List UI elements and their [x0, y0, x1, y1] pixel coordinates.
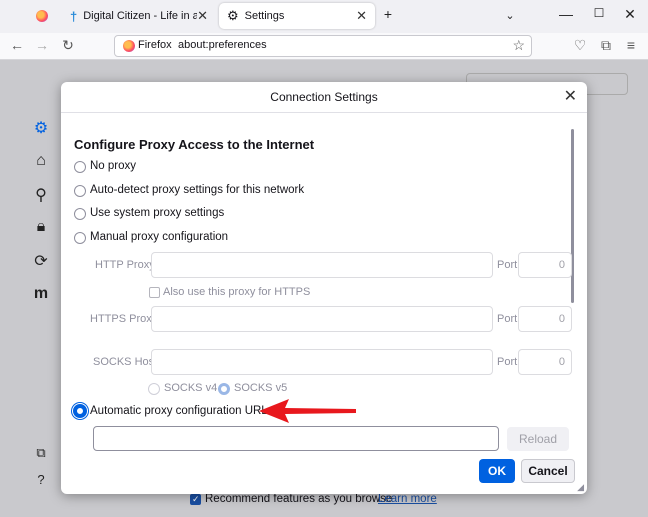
- firefox-identity-icon: [123, 40, 135, 52]
- socks-v5-radio[interactable]: [218, 383, 230, 395]
- reload-button[interactable]: Reload: [507, 427, 569, 451]
- http-port-label: Port: [497, 259, 518, 271]
- new-tab-icon[interactable]: +: [378, 6, 398, 22]
- url-text: about:preferences: [178, 39, 267, 51]
- also-https-label: Also use this proxy for HTTPS: [163, 286, 311, 298]
- tab-firefox[interactable]: [28, 3, 58, 29]
- pac-url-input[interactable]: [93, 426, 499, 451]
- lock-icon[interactable]: 🔒︎: [32, 218, 50, 236]
- dialog-title: Connection Settings: [270, 90, 378, 104]
- https-port-value: 0: [558, 313, 565, 325]
- close-icon[interactable]: ✕: [564, 86, 577, 106]
- socks-port-label: Port: [497, 356, 518, 368]
- also-https-checkbox[interactable]: [149, 287, 160, 298]
- menu-icon[interactable]: ≡: [622, 37, 640, 53]
- gear-icon[interactable]: ⚙: [32, 118, 50, 138]
- system-proxy-radio[interactable]: [74, 208, 86, 220]
- search-icon[interactable]: ⚲: [32, 185, 50, 205]
- socks-v4-radio[interactable]: [148, 383, 160, 395]
- learn-more-link[interactable]: Learn more: [378, 493, 437, 505]
- no-proxy-radio[interactable]: [74, 161, 86, 173]
- ok-button[interactable]: OK: [479, 459, 515, 483]
- tab-digital-citizen[interactable]: † Digital Citizen - Life in a digital ✕: [62, 3, 216, 29]
- forward-icon[interactable]: →: [33, 37, 51, 53]
- tab-list-icon[interactable]: ⌄: [500, 9, 520, 22]
- red-arrow-icon: [259, 399, 356, 423]
- digital-citizen-icon: †: [70, 8, 78, 24]
- section-heading: Configure Proxy Access to the Internet: [74, 137, 315, 152]
- cancel-button[interactable]: Cancel: [521, 459, 575, 483]
- back-icon[interactable]: ←: [8, 37, 26, 53]
- close-icon[interactable]: ✕: [356, 8, 367, 24]
- close-icon[interactable]: ✕: [197, 8, 208, 24]
- tab-settings[interactable]: ⚙ Settings ✕: [219, 3, 375, 29]
- recommend-checkbox[interactable]: ✓: [190, 494, 201, 505]
- sync-icon[interactable]: ⟳: [32, 251, 50, 271]
- site-name: Firefox: [138, 39, 172, 51]
- auto-url-radio[interactable]: [73, 404, 87, 418]
- bookmark-star-icon[interactable]: ☆: [512, 37, 525, 54]
- home-icon[interactable]: ⌂: [32, 152, 50, 170]
- recommend-label: Recommend features as you browse: [205, 493, 393, 505]
- gear-icon: ⚙: [227, 8, 239, 23]
- reload-icon[interactable]: ↻: [59, 37, 77, 54]
- socks-port-input[interactable]: 0: [518, 349, 572, 375]
- connection-settings-dialog: Connection Settings ✕ Configure Proxy Ac…: [61, 82, 587, 494]
- pocket-icon[interactable]: ♡: [571, 37, 589, 54]
- system-proxy-label: Use system proxy settings: [90, 207, 225, 219]
- http-port-input[interactable]: 0: [518, 252, 572, 278]
- help-icon[interactable]: ?: [32, 472, 50, 487]
- tab-label: Digital Citizen - Life in a digital: [83, 10, 198, 22]
- https-proxy-input[interactable]: [151, 306, 493, 332]
- http-port-value: 0: [558, 259, 565, 271]
- https-proxy-label: HTTPS Proxy: [90, 313, 158, 325]
- no-proxy-label: No proxy: [90, 160, 137, 172]
- https-port-label: Port: [497, 313, 518, 325]
- auto-detect-radio[interactable]: [74, 185, 86, 197]
- http-proxy-input[interactable]: [151, 252, 493, 278]
- socks-v5-label: SOCKS v5: [234, 382, 288, 394]
- socks-host-label: SOCKS Host: [93, 356, 158, 368]
- title-separator: [61, 112, 587, 113]
- socks-port-value: 0: [558, 356, 565, 368]
- socks-host-input[interactable]: [151, 349, 493, 375]
- https-port-input[interactable]: 0: [518, 306, 572, 332]
- auto-url-label: Automatic proxy configuration URL: [90, 405, 268, 417]
- http-proxy-label: HTTP Proxy: [95, 259, 155, 271]
- manual-proxy-label: Manual proxy configuration: [90, 231, 229, 243]
- manual-proxy-radio[interactable]: [74, 232, 86, 244]
- extensions-icon[interactable]: ⧉: [597, 37, 615, 54]
- socks-v4-label: SOCKS v4: [164, 382, 218, 394]
- more-from-mozilla-icon[interactable]: m: [32, 285, 50, 303]
- firefox-icon: [36, 10, 48, 22]
- url-bar[interactable]: Firefox about:preferences ☆: [114, 35, 532, 57]
- scrollbar[interactable]: [571, 129, 574, 303]
- resize-grip-icon[interactable]: ◢: [577, 482, 584, 493]
- auto-detect-label: Auto-detect proxy settings for this netw…: [90, 184, 305, 196]
- extensions-themes-icon[interactable]: ⧉: [32, 445, 50, 461]
- tab-label: Settings: [244, 10, 285, 22]
- window-close-icon[interactable]: ✕: [620, 6, 640, 23]
- minimize-icon[interactable]: —: [556, 6, 576, 22]
- maximize-icon[interactable]: ☐: [589, 6, 609, 20]
